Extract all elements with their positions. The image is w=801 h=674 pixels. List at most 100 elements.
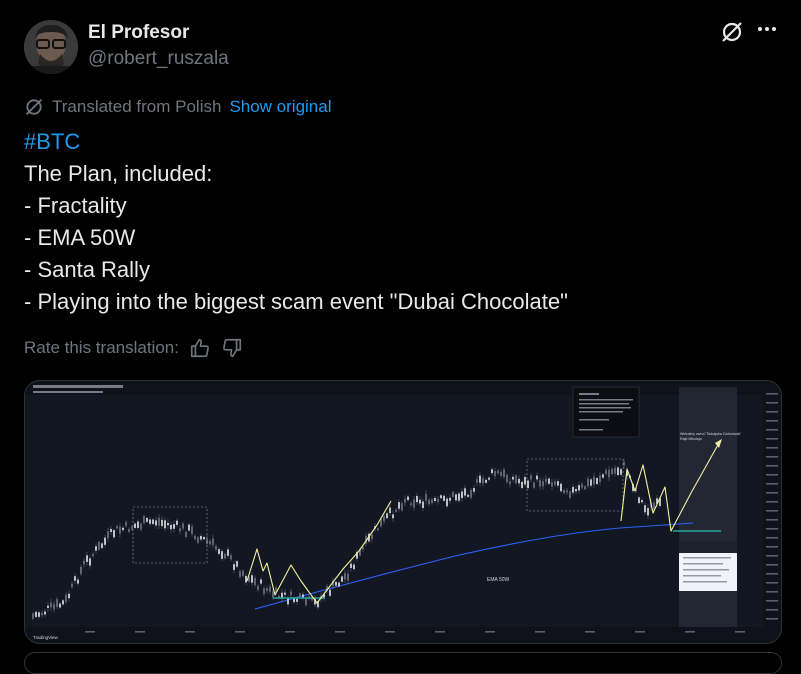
candle-body [587,478,589,487]
candle-body [581,484,583,488]
tweet-line: - Fractality [24,193,127,218]
candle-body [377,528,379,531]
price-tick [766,411,778,413]
show-original-link[interactable]: Show original [229,97,331,117]
candle-body [164,520,166,529]
hashtag-link[interactable]: #BTC [24,126,774,158]
candle-body [194,535,196,539]
candle-body [155,520,157,526]
candle-body [446,498,448,507]
candle-body [92,553,94,557]
author-name[interactable]: El Profesor [88,22,189,44]
time-tick [385,631,395,633]
news-card [679,541,737,591]
price-tick [766,492,778,494]
thumbs-down-icon[interactable] [221,337,243,359]
candle-body [521,481,523,489]
candle-body [71,583,73,588]
candle-body [461,491,463,499]
candle-body [557,481,559,486]
more-dots-icon[interactable] [754,18,780,44]
price-tick [766,564,778,566]
candle-body [95,546,97,551]
rate-translation: Rate this translation: [24,336,243,360]
candle-body [383,515,385,522]
candle-body [536,475,538,480]
candle-body [338,582,340,587]
candle-body [257,585,259,590]
tweet-popup [572,386,640,438]
candle-body [215,545,217,550]
time-tick [335,631,345,633]
candle-body [35,611,37,617]
thumbs-up-icon[interactable] [189,337,211,359]
candle-body [146,517,148,522]
candle-body [137,521,139,528]
chart-image[interactable]: Wirtualny zwrot "Dubajska Czekolada" Raj… [24,380,782,644]
candle-body [371,534,373,540]
time-tick [135,631,145,633]
candle-body [47,605,49,608]
candle-body [344,573,346,580]
candle-body [608,469,610,478]
price-tick [766,402,778,404]
translation-banner: Translated from Polish Show original [24,96,332,118]
candle-body [305,597,307,606]
candle-body [287,597,289,605]
candle-body [233,564,235,570]
ema-label: EMA 50W [487,577,510,583]
candle-body [182,523,184,529]
tweet-line: - EMA 50W [24,225,136,250]
candle-body [179,528,181,532]
grok-slash-icon[interactable] [720,20,744,44]
candle-body [518,478,520,484]
candle-body [296,598,298,602]
price-tick [766,510,778,512]
candle-body [422,501,424,508]
candle-body [470,489,472,498]
tradingview-watermark: TradingView [33,635,59,640]
candle-body [158,517,160,526]
candle-body [443,495,445,501]
candle-body [236,561,238,567]
price-tick [766,447,778,449]
candle-body [98,541,100,550]
candle-body [53,604,55,610]
candle-body [455,494,457,501]
candle-body [80,566,82,574]
candle-body [530,475,532,480]
candle-body [515,475,517,484]
candle-body [131,526,133,530]
candle-body [140,523,142,530]
candle-body [440,495,442,499]
candle-body [188,524,190,531]
candle-body [404,498,406,503]
candle-body [473,488,475,492]
time-tick [235,631,245,633]
candle-body [494,470,496,477]
candle-body [149,519,151,524]
candle-body [503,469,505,478]
candle-body [341,576,343,582]
candle-body [497,470,499,474]
time-tick [735,631,745,633]
candle-body [77,579,79,584]
tweet-line: - Playing into the biggest scam event "D… [24,289,568,314]
candle-body [476,479,478,483]
candle-body [86,555,88,562]
author-handle[interactable]: @robert_ruszala [88,48,229,70]
candle-body [395,509,397,512]
rate-label: Rate this translation: [24,338,179,357]
candle-body [191,526,193,535]
candle-body [644,505,646,513]
candle-body [485,479,487,483]
candle-body [254,578,256,586]
candle-body [599,475,601,482]
candle-body [428,499,430,505]
candle-body [554,481,556,485]
avatar[interactable] [24,20,78,74]
candle-body [413,499,415,508]
candle-body [83,560,85,565]
candle-body [569,491,571,498]
next-post-card[interactable] [24,652,782,674]
